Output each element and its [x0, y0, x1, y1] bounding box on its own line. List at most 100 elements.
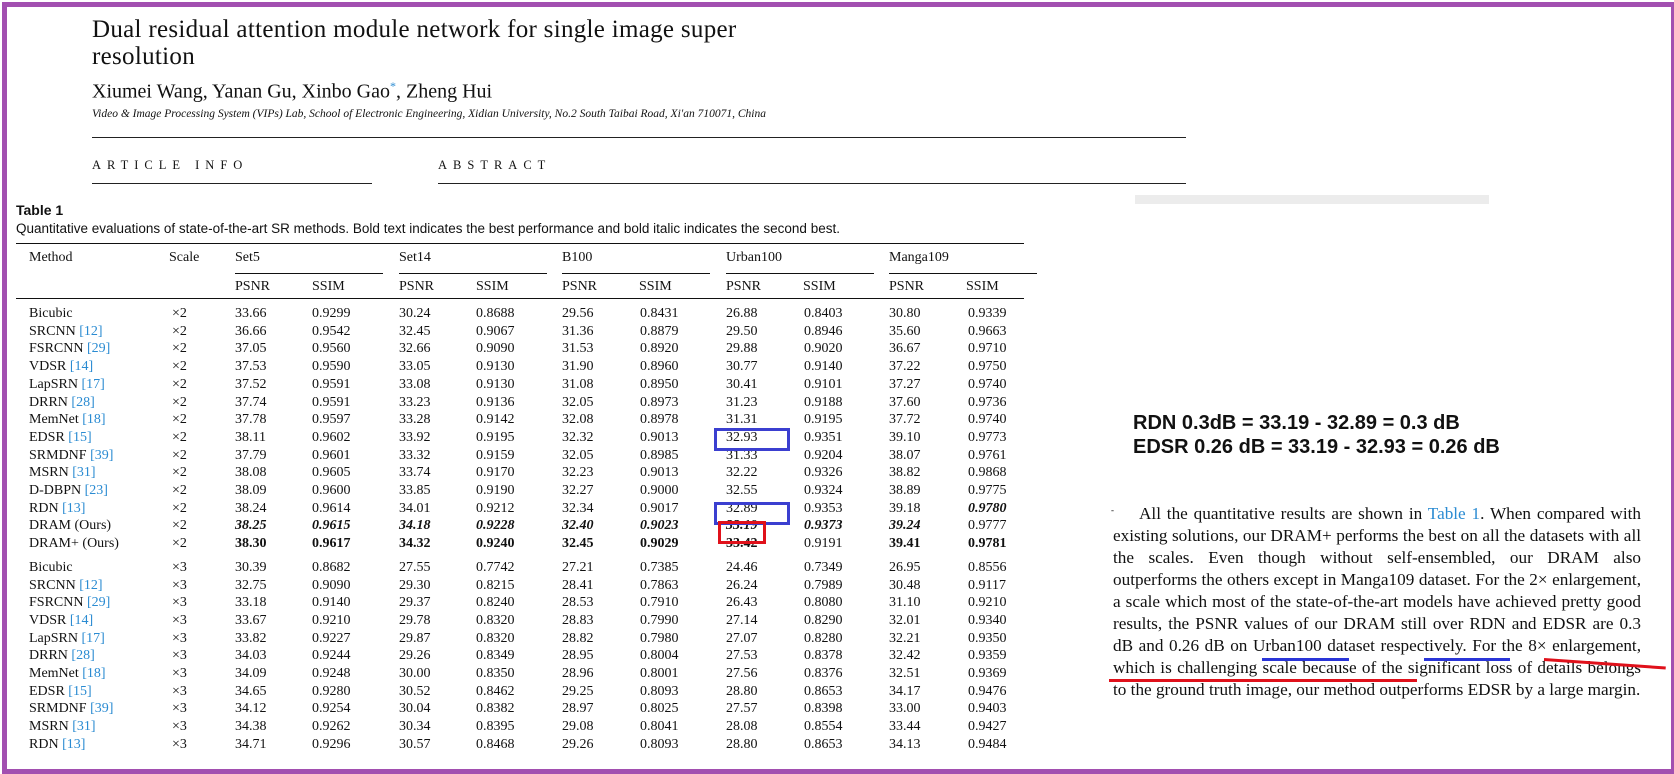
table-cell: 0.9195 — [476, 429, 515, 445]
table-cell: 34.13 — [889, 736, 921, 752]
table-cell: 0.8004 — [640, 648, 679, 664]
table-cell: 30.34 — [399, 719, 431, 735]
citation-link[interactable]: [18] — [82, 412, 105, 427]
table-cell: 0.9188 — [804, 394, 843, 410]
table-cell: 29.56 — [562, 306, 594, 321]
table-cell: 0.9299 — [312, 306, 351, 321]
citation-link[interactable]: [18] — [82, 666, 105, 681]
citation-link[interactable]: [31] — [72, 719, 95, 734]
citation-link[interactable]: [28] — [71, 648, 94, 663]
table-cell: 0.9597 — [312, 412, 351, 428]
citation-link[interactable]: [28] — [71, 395, 94, 410]
table-cell: 32.27 — [562, 483, 594, 498]
table-cell: 29.08 — [562, 719, 594, 735]
table-cell: 0.9029 — [640, 536, 679, 552]
table-cell: 0.8879 — [640, 323, 679, 339]
header-psnr: PSNR — [562, 279, 598, 294]
method-name: Bicubic — [29, 306, 73, 321]
table-cell: 0.9020 — [804, 341, 843, 357]
citation-link[interactable]: [17] — [82, 377, 105, 392]
table-cell: 32.40 — [562, 518, 594, 534]
table-cell: 0.7349 — [804, 559, 843, 575]
table-cell: 0.9781 — [968, 536, 1007, 552]
citation-link[interactable]: [31] — [72, 465, 95, 480]
table-cell: 30.24 — [399, 306, 431, 321]
table-cell: 0.7863 — [640, 577, 679, 593]
method-name: FSRCNN — [29, 595, 87, 611]
table-cell: 30.48 — [889, 577, 921, 593]
table-cell: 0.9542 — [312, 323, 351, 339]
table-cell: 38.89 — [889, 483, 921, 498]
citation-link[interactable]: [13] — [62, 737, 85, 752]
table-cell: 30.39 — [235, 559, 267, 575]
method-name: D-DBPN — [29, 483, 85, 498]
abstract-rule — [438, 183, 1186, 184]
table-cell: 27.21 — [562, 559, 594, 575]
citation-link[interactable]: [23] — [85, 483, 108, 498]
table-cell: 34.01 — [399, 500, 431, 516]
table-cell: 32.55 — [726, 483, 758, 498]
citation-link[interactable]: [29] — [87, 595, 110, 610]
table-cell: 26.95 — [889, 559, 921, 575]
table-cell: 28.96 — [562, 666, 594, 681]
citation-link[interactable]: [14] — [70, 359, 93, 374]
table-cell: 38.30 — [235, 536, 267, 552]
table-cell: 0.7990 — [640, 612, 679, 628]
table-row-method: FSRCNN [29] — [29, 341, 110, 357]
method-name: MSRN — [29, 465, 73, 481]
table-cell: 0.9777 — [968, 518, 1007, 534]
table-cell: 0.9750 — [968, 359, 1007, 375]
citation-link[interactable]: [12] — [79, 324, 102, 339]
table-cell: 28.80 — [726, 736, 758, 752]
table-row-scale: ×2 — [172, 412, 187, 428]
table-cell: 0.9228 — [476, 518, 515, 534]
table-cell: 37.60 — [889, 394, 921, 410]
citation-link[interactable]: [39] — [90, 448, 113, 463]
table-cell: 0.9013 — [640, 429, 679, 445]
citation-link[interactable]: [13] — [62, 501, 85, 516]
header-psnr: PSNR — [726, 279, 762, 294]
table-cell: 0.9476 — [968, 683, 1007, 699]
table-cell: 0.9090 — [312, 577, 351, 593]
table-cell: 0.8382 — [476, 701, 515, 717]
table-cell: 37.72 — [889, 412, 921, 428]
table-cell: 29.78 — [399, 612, 431, 628]
table-cell: 0.9761 — [968, 447, 1007, 463]
paper-title: Dual residual attention module network f… — [92, 16, 737, 70]
table-cell: 27.53 — [726, 648, 758, 664]
header-ssim: SSIM — [639, 279, 672, 294]
citation-link[interactable]: [39] — [90, 701, 113, 716]
table-cell: 0.8556 — [968, 559, 1007, 575]
table-cell: 31.10 — [889, 595, 921, 611]
table-cell: 0.9403 — [968, 701, 1007, 717]
table-cell: 33.18 — [235, 595, 267, 611]
table-cell: 30.80 — [889, 306, 921, 321]
table-cell: 0.9262 — [312, 719, 351, 735]
table-cell: 0.8688 — [476, 306, 515, 321]
method-name: LapSRN — [29, 376, 82, 392]
citation-link[interactable]: [15] — [68, 430, 91, 445]
table-1-link[interactable]: Table 1 — [1428, 504, 1480, 523]
citation-link[interactable]: [15] — [68, 684, 91, 699]
table-cell: 38.09 — [235, 483, 267, 498]
table-cell: 0.9117 — [968, 577, 1006, 593]
table-cell: 0.9204 — [804, 447, 843, 463]
table-row-scale: ×3 — [172, 595, 187, 611]
table-cell: 0.8001 — [640, 666, 679, 681]
table-cell: 39.18 — [889, 500, 921, 516]
citation-link[interactable]: [12] — [79, 578, 102, 593]
table-cell: 0.9605 — [312, 465, 351, 481]
citation-link[interactable]: [29] — [87, 341, 110, 356]
table-row-scale: ×3 — [172, 559, 187, 575]
table-cell: 34.12 — [235, 701, 267, 717]
table-cell: 0.9140 — [312, 595, 351, 611]
dataset-group-rule — [399, 273, 547, 274]
table-cell: 0.9013 — [640, 465, 679, 481]
citation-link[interactable]: [14] — [70, 613, 93, 628]
citation-link[interactable]: [17] — [82, 631, 105, 646]
table-row-scale: ×2 — [172, 536, 187, 552]
table-cell: 0.9067 — [476, 323, 515, 339]
table-cell: 33.23 — [399, 394, 431, 410]
table-cell: 0.9017 — [640, 500, 679, 516]
table-cell: 30.57 — [399, 736, 431, 752]
